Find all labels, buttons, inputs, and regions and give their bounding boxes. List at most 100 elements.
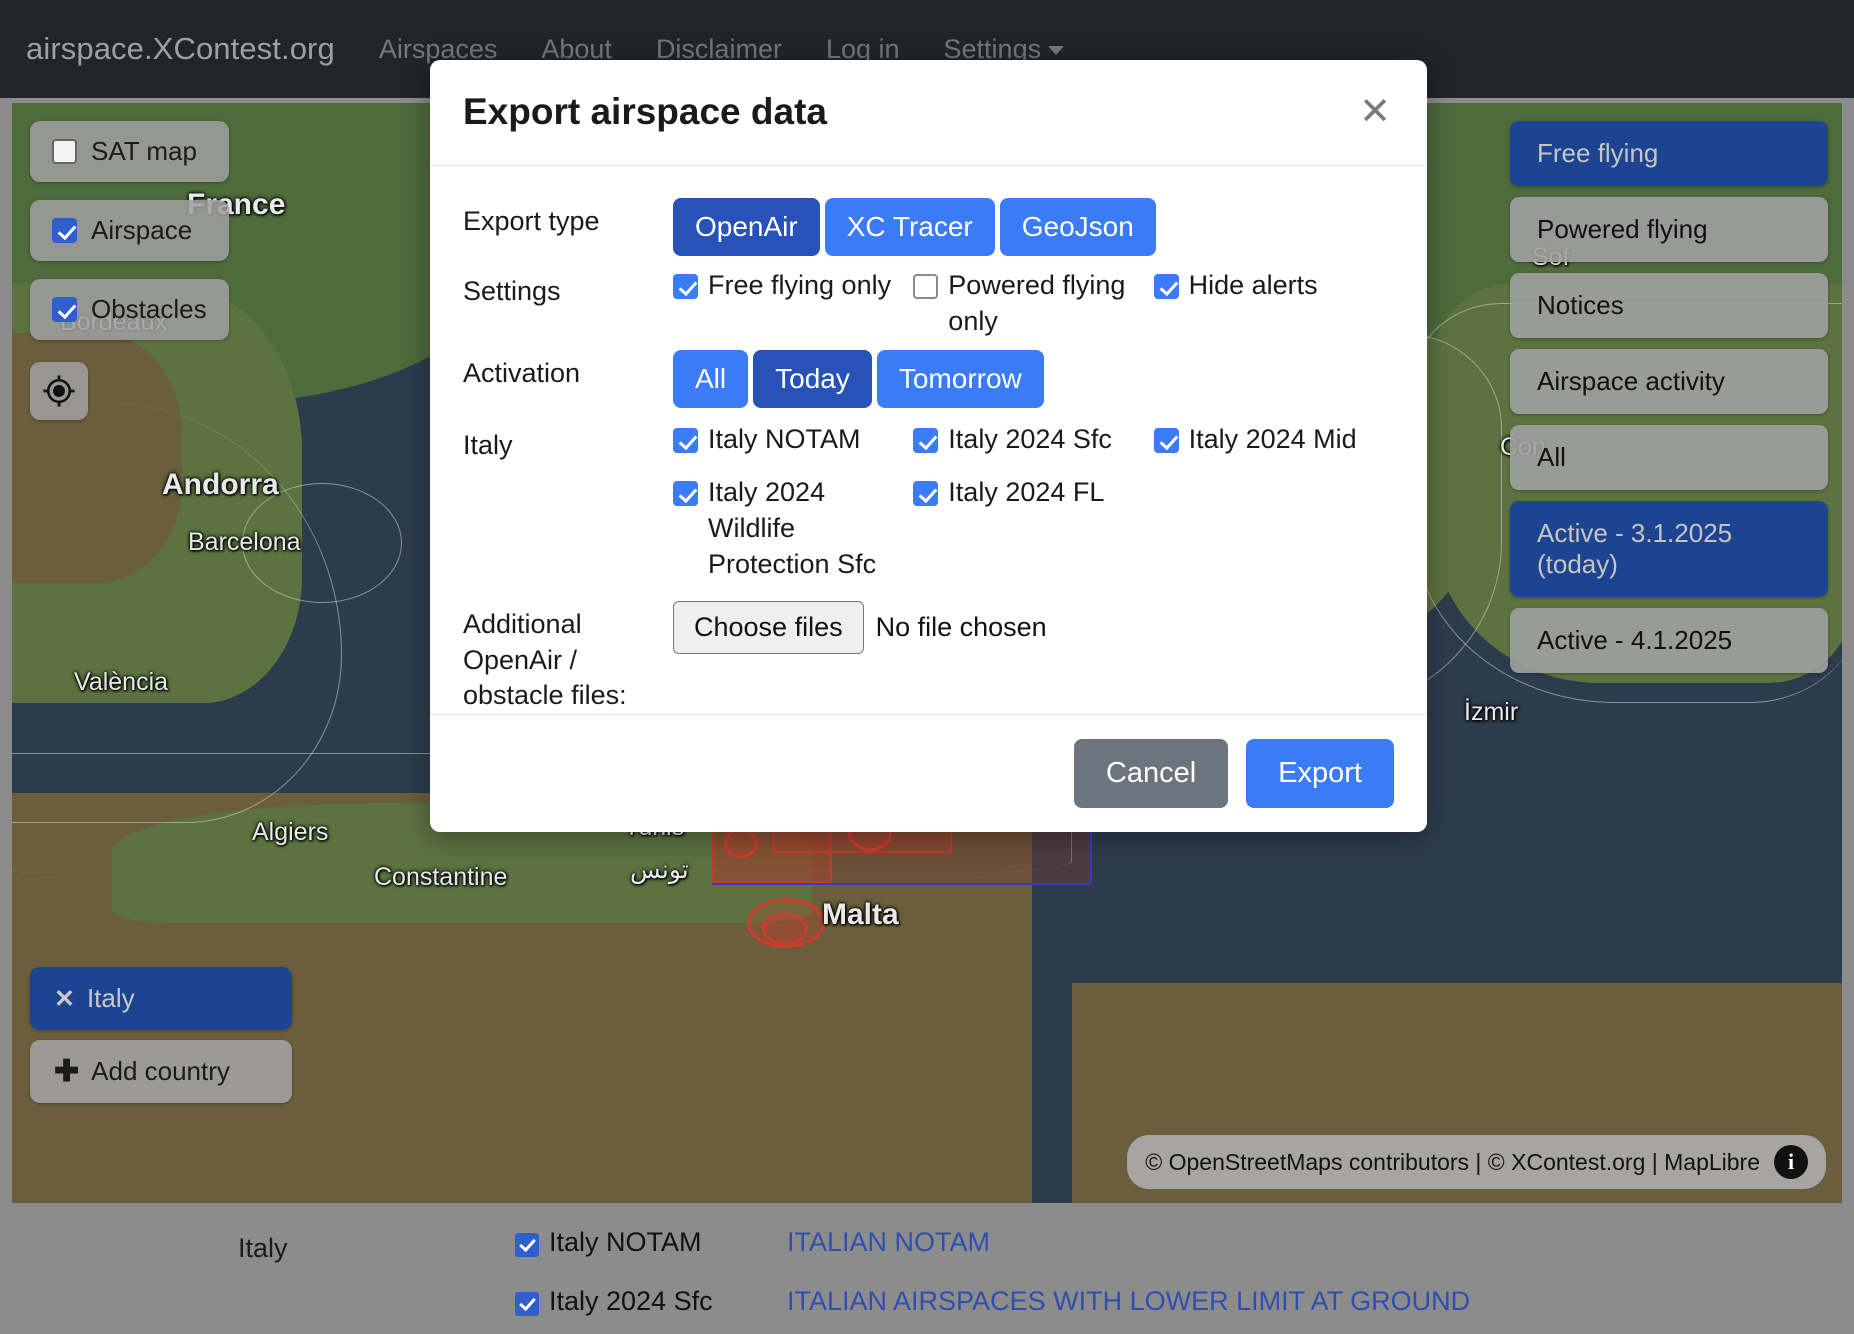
italy-col-5: Italy 2024 FL — [913, 475, 1153, 583]
add-country-button[interactable]: ✚ Add country — [30, 1040, 292, 1103]
settings-checkbox-grid: Free flying only Powered flying only Hid… — [673, 268, 1394, 340]
layer-toggle-airspace[interactable]: Airspace — [30, 200, 229, 261]
checkbox-box[interactable] — [913, 273, 939, 299]
crosshair-icon — [43, 375, 75, 407]
layer-label-obstacles: Obstacles — [91, 294, 207, 324]
activation-control: All Today Tomorrow — [673, 349, 1394, 408]
layer-toggle-sat-map[interactable]: SAT map — [30, 121, 229, 182]
export-type-control: OpenAir XC Tracer GeoJson — [673, 197, 1394, 256]
label-settings: Settings — [463, 275, 561, 306]
map-layer-controls: SAT map Airspace Obstacles — [30, 121, 229, 420]
checkbox-hide-alerts[interactable]: Hide alerts — [1153, 268, 1380, 304]
checkbox-box[interactable] — [673, 481, 698, 507]
checkbox-label: Italy 2024 FL — [948, 477, 1105, 508]
filter-powered-flying[interactable]: Powered flying — [1510, 197, 1828, 262]
filter-activity-today[interactable]: Active - 3.1.2025 (today) — [1510, 501, 1828, 597]
export-button[interactable]: Export — [1246, 739, 1394, 808]
map-attribution: © OpenStreetMaps contributors | © XConte… — [1127, 1135, 1826, 1189]
layer-label-sat-map: SAT map — [91, 136, 197, 166]
layer-label-airspace: Airspace — [91, 215, 193, 245]
dialog-footer: Cancel Export — [430, 714, 1427, 832]
settings-control: Free flying only Powered flying only Hid… — [673, 268, 1394, 340]
geolocate-button[interactable] — [30, 362, 88, 420]
italy-col-1: Italy NOTAM — [673, 422, 913, 458]
layer-toggle-obstacles[interactable]: Obstacles — [30, 279, 229, 340]
close-icon[interactable]: ✕ — [1359, 93, 1391, 131]
export-type-openair[interactable]: OpenAir — [673, 197, 820, 256]
italy-col-3: Italy 2024 Mid — [1153, 422, 1394, 458]
checkbox-sat-map[interactable] — [52, 139, 77, 164]
checkbox-italy-2024-fl[interactable]: Italy 2024 FL — [913, 475, 1139, 511]
checkbox-powered-flying-only[interactable]: Powered flying only — [913, 268, 1139, 340]
checkbox-obstacles[interactable] — [52, 297, 77, 322]
activation-tomorrow[interactable]: Tomorrow — [876, 349, 1044, 408]
settings-col-1: Free flying only — [673, 268, 913, 340]
export-dialog: Export airspace data ✕ Export type OpenA… — [430, 60, 1427, 832]
checkbox-italy-2024-wildlife-protection-sfc[interactable]: Italy 2024 Wildlife Protection Sfc — [673, 475, 899, 583]
export-type-xc-tracer[interactable]: XC Tracer — [824, 197, 995, 256]
source-panel-list: Italy NOTAM ITALIAN NOTAM Italy 2024 Sfc… — [515, 1227, 1470, 1334]
file-control: Choose files No file chosen — [673, 601, 1394, 655]
country-selector: ✕ Italy ✚ Add country — [30, 967, 292, 1103]
brand-logo[interactable]: airspace.XContest.org — [26, 31, 335, 67]
checkbox-italy-notam[interactable] — [515, 1233, 539, 1257]
cancel-button[interactable]: Cancel — [1073, 739, 1229, 808]
italy-col-2: Italy 2024 Sfc — [913, 422, 1153, 458]
checkbox-airspace[interactable] — [52, 218, 77, 243]
italy-control: Italy NOTAM Italy 2024 Sfc Italy 2024 Mi… — [673, 422, 1394, 584]
add-country-label: Add country — [91, 1056, 230, 1086]
plus-icon: ✚ — [54, 1054, 80, 1088]
checkbox-italy-2024-sfc[interactable] — [515, 1292, 539, 1316]
dialog-header: Export airspace data ✕ — [430, 60, 1427, 166]
country-chip-italy[interactable]: ✕ Italy — [30, 967, 292, 1030]
row-settings: Settings Free flying only Powered flying… — [463, 268, 1394, 340]
activation-today[interactable]: Today — [753, 349, 872, 408]
country-chip-label: Italy — [86, 983, 135, 1013]
source-row-label: Italy NOTAM — [549, 1227, 702, 1257]
italy-checkbox-grid-row1: Italy NOTAM Italy 2024 Sfc Italy 2024 Mi… — [673, 422, 1394, 458]
airspace-circle-4 — [762, 913, 808, 945]
file-input-row: Choose files No file chosen — [673, 601, 1394, 655]
label-activation: Activation — [463, 357, 581, 388]
label-export-type: Export type — [463, 205, 600, 236]
checkbox-box[interactable] — [1153, 273, 1179, 299]
close-icon[interactable]: ✕ — [54, 984, 75, 1014]
choose-files-button[interactable]: Choose files — [673, 601, 864, 655]
attribution-text: © OpenStreetMaps contributors | © XConte… — [1145, 1148, 1760, 1175]
filter-notices[interactable]: Notices — [1510, 273, 1828, 338]
export-type-geojson[interactable]: GeoJson — [999, 197, 1156, 256]
checkbox-italy-2024-mid[interactable]: Italy 2024 Mid — [1153, 422, 1380, 458]
checkbox-label: Italy 2024 Wildlife Protection Sfc — [708, 477, 877, 580]
dialog-title: Export airspace data — [463, 91, 827, 133]
map-coastline-2 — [242, 483, 402, 603]
dialog-body: Export type OpenAir XC Tracer GeoJson Se… — [430, 166, 1427, 714]
checkbox-free-flying-only[interactable]: Free flying only — [673, 268, 899, 304]
checkbox-label: Free flying only — [708, 269, 892, 300]
checkbox-italy-2024-sfc[interactable]: Italy 2024 Sfc — [913, 422, 1139, 458]
info-icon[interactable]: i — [1774, 1145, 1808, 1179]
label-italy: Italy — [463, 429, 513, 460]
activation-group: All Today Tomorrow — [673, 349, 1394, 408]
checkbox-italy-notam[interactable]: Italy NOTAM — [673, 422, 899, 458]
source-row-description[interactable]: ITALIAN AIRSPACES WITH LOWER LIMIT AT GR… — [787, 1286, 1470, 1317]
filter-activity-tomorrow[interactable]: Active - 4.1.2025 — [1510, 608, 1828, 673]
checkbox-label: Italy 2024 Mid — [1188, 423, 1357, 454]
checkbox-box[interactable] — [1153, 427, 1179, 453]
activation-all[interactable]: All — [673, 349, 749, 408]
checkbox-box[interactable] — [673, 427, 698, 453]
checkbox-box[interactable] — [673, 273, 698, 299]
chevron-down-icon — [1048, 45, 1065, 55]
checkbox-box[interactable] — [913, 427, 939, 453]
settings-col-2: Powered flying only — [913, 268, 1153, 340]
checkbox-box[interactable] — [913, 481, 939, 507]
row-export-type: Export type OpenAir XC Tracer GeoJson — [463, 197, 1394, 256]
row-activation: Activation All Today Tomorrow — [463, 349, 1394, 408]
source-row-description[interactable]: ITALIAN NOTAM — [787, 1227, 990, 1258]
source-row[interactable]: Italy 2024 Sfc ITALIAN AIRSPACES WITH LO… — [515, 1286, 1470, 1334]
filter-airspace-activity[interactable]: Airspace activity — [1510, 349, 1828, 414]
source-row[interactable]: Italy NOTAM ITALIAN NOTAM — [515, 1227, 1470, 1286]
filter-free-flying[interactable]: Free flying — [1510, 121, 1828, 186]
label-additional-files: Additional OpenAir / obstacle files: — [463, 609, 627, 711]
source-row-label: Italy 2024 Sfc — [549, 1286, 713, 1316]
filter-activity-all[interactable]: All — [1510, 425, 1828, 490]
